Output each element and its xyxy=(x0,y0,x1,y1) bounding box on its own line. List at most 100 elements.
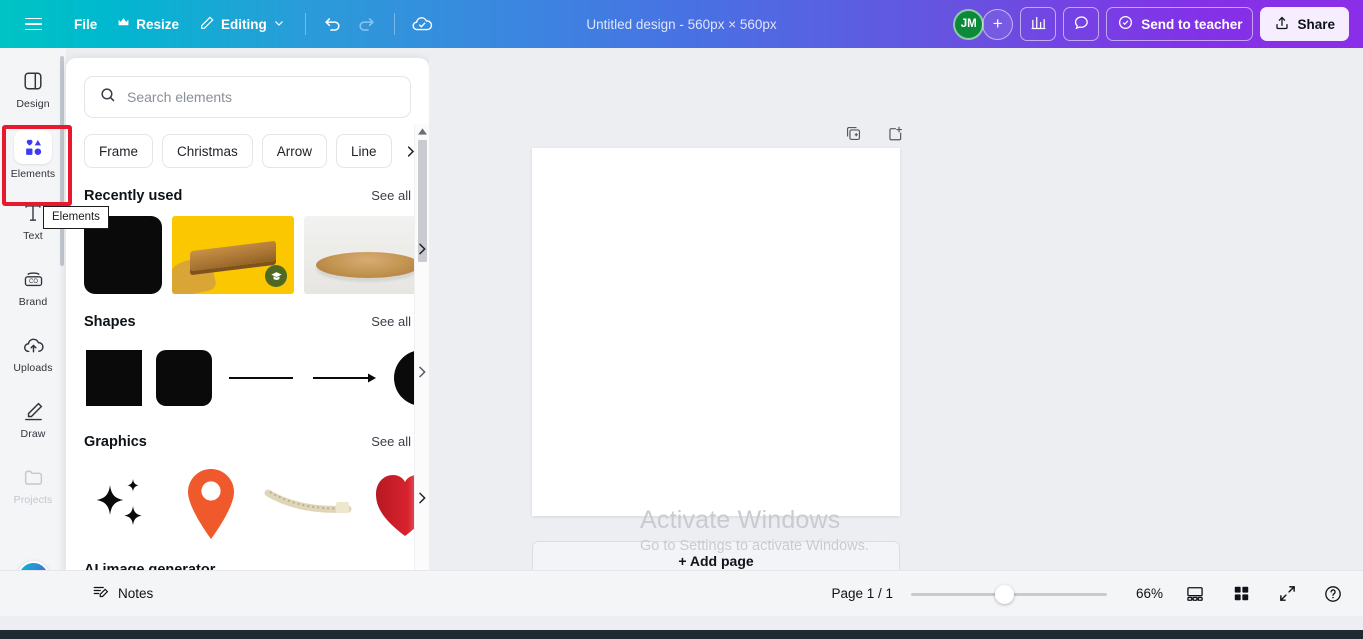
panel-scrollbar[interactable] xyxy=(414,124,429,596)
page-tools xyxy=(840,120,908,146)
resize-button[interactable]: Resize xyxy=(107,8,189,40)
shapes-header: Shapes See all xyxy=(66,294,429,330)
canva-editor-window: File Resize Editing Untitled design - 56… xyxy=(0,0,1363,639)
header-right-group: JM + Send to teacher Share xyxy=(953,7,1363,41)
chip-line[interactable]: Line xyxy=(336,134,392,168)
editing-mode-button[interactable]: Editing xyxy=(189,8,295,40)
graphic-sparkle-stars[interactable] xyxy=(84,462,162,546)
recently-used-row xyxy=(66,204,429,294)
brand-icon: CO xyxy=(20,266,46,292)
avatar[interactable]: JM xyxy=(953,8,985,40)
sidebar-item-label: Projects xyxy=(13,494,53,506)
file-menu-label: File xyxy=(74,16,98,32)
bottom-bar: Notes Page 1 / 1 66% xyxy=(0,570,1363,616)
search-input[interactable] xyxy=(127,89,396,105)
shapes-row xyxy=(66,330,429,414)
sidebar-item-design[interactable]: Design xyxy=(4,58,62,120)
sidebar-item-label: Design xyxy=(16,98,50,110)
chevron-down-icon xyxy=(273,17,285,32)
elements-panel: Frame Christmas Arrow Line Recently used… xyxy=(66,58,429,596)
svg-text:CO: CO xyxy=(29,279,38,285)
graphics-next-icon[interactable] xyxy=(411,487,429,509)
sidebar-item-elements[interactable]: Elements xyxy=(4,124,62,186)
page-count-label: Page 1 / 1 xyxy=(831,586,893,601)
notes-button[interactable]: Notes xyxy=(84,578,161,609)
sidebar-item-uploads[interactable]: Uploads xyxy=(4,322,62,384)
sidebar-item-brand[interactable]: CO Brand xyxy=(4,256,62,318)
design-icon xyxy=(20,68,46,94)
comment-button[interactable] xyxy=(1063,7,1100,41)
sidebar-item-label: Text xyxy=(23,230,43,242)
sidebar-item-projects[interactable]: Projects xyxy=(4,454,62,516)
zoom-slider-knob[interactable] xyxy=(995,584,1014,604)
shape-arrow[interactable] xyxy=(308,342,382,414)
send-to-teacher-button[interactable]: Send to teacher xyxy=(1106,7,1254,41)
wooden-plate-shape xyxy=(316,252,420,278)
notes-label: Notes xyxy=(118,586,154,601)
zoom-slider[interactable] xyxy=(911,584,1107,604)
graphic-gold-chain[interactable] xyxy=(260,462,356,546)
windows-taskbar xyxy=(0,630,1363,639)
check-circle-icon xyxy=(1117,14,1134,34)
hamburger-icon[interactable] xyxy=(16,7,50,41)
presenter-view-icon[interactable] xyxy=(1181,580,1209,608)
plus-icon[interactable]: + xyxy=(982,8,1014,40)
caret-up-icon[interactable] xyxy=(415,124,429,138)
see-all-recently-used[interactable]: See all xyxy=(371,188,411,203)
shapes-next-icon[interactable] xyxy=(411,361,429,383)
sidebar-item-label: Draw xyxy=(20,428,46,440)
share-label: Share xyxy=(1297,16,1335,32)
search-box[interactable] xyxy=(84,76,411,118)
redo-button[interactable] xyxy=(350,7,384,41)
duplicate-page-icon[interactable] xyxy=(840,120,866,146)
pencil-icon xyxy=(199,15,215,34)
education-badge-icon xyxy=(265,265,287,287)
resize-label: Resize xyxy=(136,16,180,32)
tile-yellow-wooden-board-photo[interactable] xyxy=(172,216,294,294)
elements-tooltip: Elements xyxy=(43,206,109,229)
chip-arrow[interactable]: Arrow xyxy=(261,134,328,168)
search-area xyxy=(66,58,429,118)
projects-icon xyxy=(20,464,46,490)
draw-icon xyxy=(20,398,46,424)
share-button[interactable]: Share xyxy=(1260,7,1349,41)
help-icon[interactable] xyxy=(1319,580,1347,608)
top-header-bar: File Resize Editing Untitled design - 56… xyxy=(0,0,1363,48)
undo-button[interactable] xyxy=(316,7,350,41)
cloud-saved-icon[interactable] xyxy=(405,7,439,41)
graphic-map-pin[interactable] xyxy=(172,462,250,546)
upload-icon xyxy=(1274,15,1290,34)
fullscreen-icon[interactable] xyxy=(1273,580,1301,608)
see-all-shapes[interactable]: See all xyxy=(371,314,411,329)
elements-icon xyxy=(14,130,52,164)
left-tool-rail: Design Elements Text CO Brand Uploads Dr… xyxy=(0,48,66,616)
recently-used-header: Recently used See all xyxy=(66,168,429,204)
sidebar-item-label: Uploads xyxy=(13,362,53,374)
insights-button[interactable] xyxy=(1020,7,1057,41)
grid-view-icon[interactable] xyxy=(1227,580,1255,608)
section-title: Graphics xyxy=(84,434,147,450)
search-icon xyxy=(99,86,117,109)
sidebar-item-draw[interactable]: Draw xyxy=(4,388,62,450)
zoom-value-label: 66% xyxy=(1135,586,1163,601)
shape-rounded-square[interactable] xyxy=(154,342,214,414)
wooden-board-shape xyxy=(190,240,276,272)
sidebar-item-label: Elements xyxy=(10,168,56,180)
header-divider xyxy=(304,13,306,35)
section-title: Recently used xyxy=(84,188,183,204)
shape-line[interactable] xyxy=(224,342,298,414)
recently-used-next-icon[interactable] xyxy=(411,238,429,260)
shape-square[interactable] xyxy=(84,342,144,414)
chip-christmas[interactable]: Christmas xyxy=(162,134,253,168)
notes-icon xyxy=(92,583,110,604)
document-title: Untitled design - 560px × 560px xyxy=(586,16,777,32)
see-all-graphics[interactable]: See all xyxy=(371,434,411,449)
design-page-canvas[interactable] xyxy=(532,148,900,516)
rail-scrollbar[interactable] xyxy=(60,56,64,266)
tile-wooden-plate-photo[interactable] xyxy=(304,216,426,294)
chip-frame[interactable]: Frame xyxy=(84,134,154,168)
file-menu-button[interactable]: File xyxy=(64,8,107,40)
section-title: Shapes xyxy=(84,314,136,330)
comment-icon xyxy=(1073,14,1090,34)
add-page-icon[interactable] xyxy=(882,120,908,146)
